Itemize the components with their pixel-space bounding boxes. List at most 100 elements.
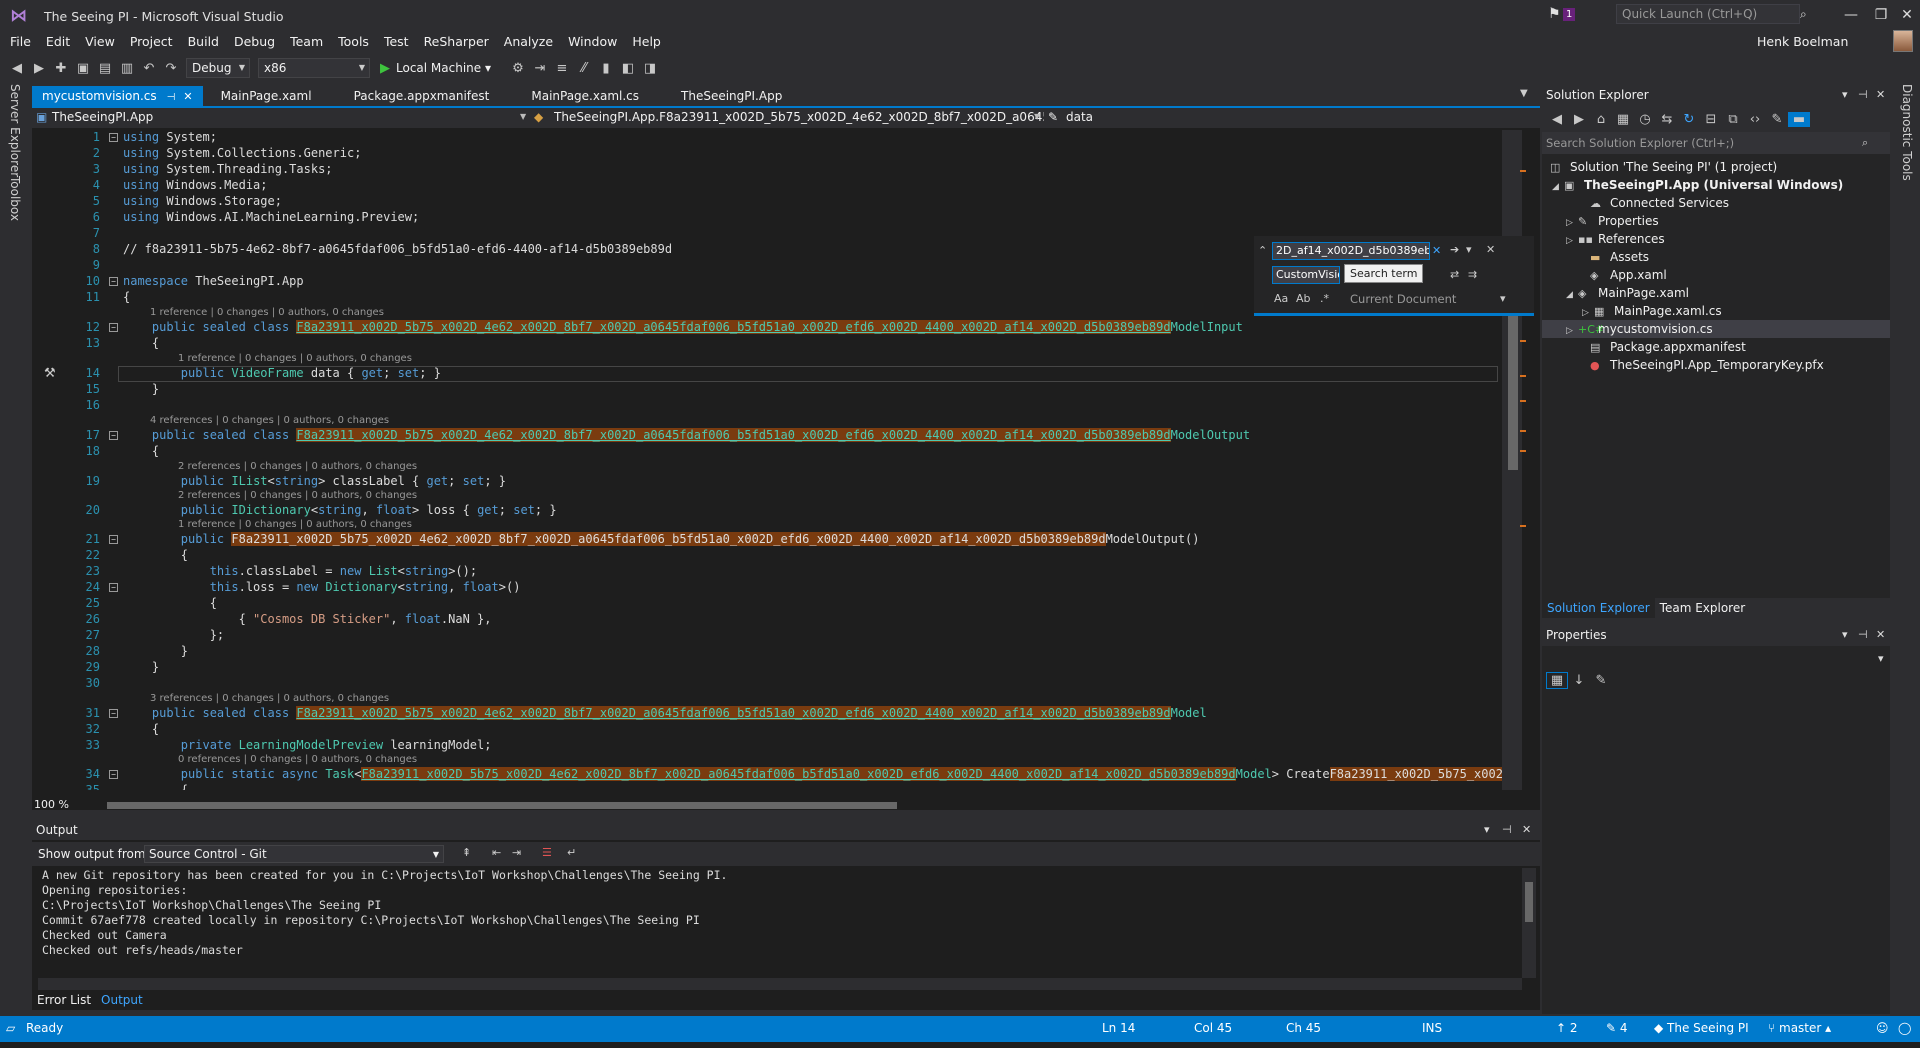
refresh-icon[interactable]: ↻ bbox=[1678, 112, 1700, 127]
collapse-icon[interactable]: − bbox=[109, 709, 118, 718]
find-input[interactable]: 2D_af14_x002D_d5b0389eb89d bbox=[1272, 242, 1430, 260]
forward-icon[interactable]: ▶ bbox=[28, 61, 50, 76]
codelens[interactable]: 4 references | 0 changes | 0 authors, 0 … bbox=[150, 415, 389, 426]
quick-action-hammer-icon[interactable]: ⚒ bbox=[44, 366, 56, 381]
prev-message-icon[interactable]: ⇤ bbox=[492, 846, 501, 859]
properties-wrench-icon[interactable]: ✎ bbox=[1766, 112, 1788, 127]
search-icon[interactable]: ⌕ bbox=[1800, 4, 1816, 24]
menu-analyze[interactable]: Analyze bbox=[504, 32, 553, 52]
branch-selector[interactable]: ⑂ master ▴ bbox=[1768, 1021, 1831, 1035]
tab-solution-explorer[interactable]: Solution Explorer bbox=[1542, 598, 1655, 618]
redo-icon[interactable]: ↷ bbox=[160, 61, 182, 76]
panel-options-icon[interactable]: ▾ bbox=[1484, 823, 1490, 836]
toggle-replace-icon[interactable]: ⌃ bbox=[1258, 244, 1267, 257]
notification-flag-icon[interactable]: ⚑ bbox=[1548, 6, 1561, 22]
next-message-icon[interactable]: ⇥ bbox=[512, 846, 521, 859]
chevron-down-icon[interactable]: ▾ bbox=[1466, 243, 1472, 256]
codelens[interactable]: 1 reference | 0 changes | 0 authors, 0 c… bbox=[178, 353, 412, 364]
tree-references[interactable]: ▷ ▪▪ References bbox=[1566, 230, 1665, 248]
scrollbar-thumb[interactable] bbox=[107, 802, 897, 809]
collapse-icon[interactable]: − bbox=[109, 583, 118, 592]
scrollbar-thumb[interactable] bbox=[1525, 882, 1533, 922]
code-line[interactable]: 2 using System.Collections.Generic; bbox=[32, 146, 1502, 161]
minimize-button[interactable]: — bbox=[1836, 4, 1866, 26]
codelens-line[interactable]: 3 references | 0 changes | 0 authors, 0 … bbox=[32, 693, 1502, 706]
whole-word-icon[interactable]: Ab bbox=[1296, 292, 1311, 305]
code-line[interactable]: 26 { "Cosmos DB Sticker", float.NaN }, bbox=[32, 612, 1502, 627]
clear-search-icon[interactable]: ✕ bbox=[1432, 244, 1441, 257]
code-line[interactable]: 18 { bbox=[32, 444, 1502, 459]
code-line[interactable]: 34− public static async Task<F8a23911_x0… bbox=[32, 767, 1502, 782]
code-line[interactable]: 33 private LearningModelPreview learning… bbox=[32, 738, 1502, 753]
code-line[interactable]: 13 { bbox=[32, 336, 1502, 351]
tree-connected-services[interactable]: ☁ Connected Services bbox=[1578, 194, 1729, 212]
tab-list-dropdown-icon[interactable]: ▼ bbox=[1520, 88, 1528, 99]
notifications-icon[interactable]: ◯ bbox=[1898, 1021, 1911, 1035]
code-line[interactable]: 4 using Windows.Media; bbox=[32, 178, 1502, 193]
configuration-dropdown[interactable]: Debug ▼ bbox=[186, 58, 250, 78]
pending-changes-icon[interactable]: ◷ bbox=[1634, 112, 1656, 127]
menu-debug[interactable]: Debug bbox=[234, 32, 275, 52]
home-icon[interactable]: ⌂ bbox=[1590, 112, 1612, 127]
view-code-icon[interactable]: ‹› bbox=[1744, 112, 1766, 127]
menu-build[interactable]: Build bbox=[188, 32, 219, 52]
code-line[interactable]: 6 using Windows.AI.MachineLearning.Previe… bbox=[32, 210, 1502, 225]
tab-theseeingpi-app[interactable]: TheSeeingPI.App bbox=[671, 86, 792, 106]
collapse-icon[interactable]: − bbox=[109, 535, 118, 544]
forward-icon[interactable]: ▶ bbox=[1568, 112, 1590, 127]
new-project-icon[interactable]: ✚ bbox=[50, 61, 72, 76]
tree-app-xaml[interactable]: ◈ App.xaml bbox=[1578, 266, 1667, 284]
platform-dropdown[interactable]: x86 ▼ bbox=[258, 58, 370, 78]
code-line[interactable]: 15 } bbox=[32, 382, 1502, 397]
menu-file[interactable]: File bbox=[10, 32, 31, 52]
collapse-icon[interactable]: − bbox=[109, 323, 118, 332]
code-line[interactable]: 20 public IDictionary<string, float> los… bbox=[32, 503, 1502, 518]
unpublished-commits[interactable]: ↑ 2 bbox=[1556, 1021, 1578, 1035]
tab-mainpage-xaml[interactable]: MainPage.xaml bbox=[211, 86, 322, 106]
preview-selected-icon[interactable]: ▬ bbox=[1788, 111, 1810, 127]
code-line[interactable]: 25 { bbox=[32, 596, 1502, 611]
menu-edit[interactable]: Edit bbox=[46, 32, 70, 52]
chevron-down-icon[interactable]: ▾ bbox=[1878, 652, 1884, 665]
word-wrap-icon[interactable]: ↵ bbox=[567, 846, 576, 859]
codelens-line[interactable]: 2 references | 0 changes | 0 authors, 0 … bbox=[32, 490, 1502, 503]
start-debugging-button[interactable]: ▶ Local Machine ▾ bbox=[380, 61, 491, 76]
quick-launch-input[interactable]: Quick Launch (Ctrl+Q) bbox=[1616, 4, 1800, 24]
codelens-line[interactable]: 2 references | 0 changes | 0 authors, 0 … bbox=[32, 461, 1502, 474]
collapse-icon[interactable]: − bbox=[109, 431, 118, 440]
categorized-icon[interactable]: ▦ bbox=[1546, 672, 1568, 689]
bookmark-prev-icon[interactable]: ◧ bbox=[617, 61, 639, 76]
tree-package-appxmanifest[interactable]: ▤ Package.appxmanifest bbox=[1578, 338, 1746, 356]
editor-horizontal-scrollbar[interactable] bbox=[107, 800, 1527, 810]
sync-icon[interactable]: ⇆ bbox=[1656, 112, 1678, 127]
alphabetical-icon[interactable]: ↓ bbox=[1568, 673, 1590, 688]
account-name[interactable]: Henk Boelman bbox=[1757, 34, 1848, 49]
codelens-line[interactable]: 1 reference | 0 changes | 0 authors, 0 c… bbox=[32, 519, 1502, 532]
codelens[interactable]: 1 reference | 0 changes | 0 authors, 0 c… bbox=[150, 307, 384, 318]
codelens-line[interactable]: 1 reference | 0 changes | 0 authors, 0 c… bbox=[32, 353, 1502, 366]
panel-options-icon[interactable]: ▾ bbox=[1842, 628, 1848, 641]
replace-all-icon[interactable]: ⇉ bbox=[1468, 268, 1477, 281]
pin-icon[interactable]: ⊣ bbox=[1858, 88, 1868, 101]
code-line[interactable]: 27 }; bbox=[32, 628, 1502, 643]
close-icon[interactable]: ✕ bbox=[183, 90, 192, 103]
tree-project[interactable]: ◢ ▣ TheSeeingPI.App (Universal Windows) bbox=[1552, 176, 1843, 194]
match-case-icon[interactable]: Aa bbox=[1274, 292, 1288, 305]
code-line[interactable]: 21− public F8a23911_x002D_5b75_x002D_4e6… bbox=[32, 532, 1502, 547]
tree-properties[interactable]: ▷ ✎ Properties bbox=[1566, 212, 1659, 230]
code-line[interactable]: 28 } bbox=[32, 644, 1502, 659]
code-line[interactable]: 17− public sealed class F8a23911_x002D_5… bbox=[32, 428, 1502, 443]
tab-team-explorer[interactable]: Team Explorer bbox=[1655, 598, 1751, 618]
switch-views-icon[interactable]: ▦ bbox=[1612, 112, 1634, 127]
code-line[interactable]: 5 using Windows.Storage; bbox=[32, 194, 1502, 209]
nav-project-dropdown[interactable]: TheSeeingPI.App bbox=[52, 110, 153, 124]
replace-next-icon[interactable]: ⇄ bbox=[1450, 268, 1459, 281]
clear-all-icon[interactable]: ☰ bbox=[542, 846, 552, 859]
show-all-files-icon[interactable]: ⧉ bbox=[1722, 112, 1744, 127]
open-folder-icon[interactable]: ▣ bbox=[72, 61, 94, 76]
menu-test[interactable]: Test bbox=[384, 32, 409, 52]
editor-vertical-scrollbar[interactable] bbox=[1502, 130, 1526, 790]
tree-mycustomvision-cs[interactable]: ▷ +C#mycustomvision.cs bbox=[1542, 320, 1890, 338]
notification-badge[interactable]: 1 bbox=[1563, 8, 1576, 21]
collapse-icon[interactable]: − bbox=[109, 770, 118, 779]
